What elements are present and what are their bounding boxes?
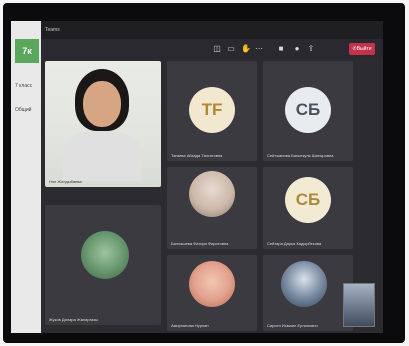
participant-tile-p4[interactable]: СБ Сейтара Дарья Кадырбекова [263,167,353,249]
participant-photo [281,261,327,307]
participant-name: Сейтжанова Бахыткуль Шатыровна [267,153,334,158]
meeting-toolbar: ◫ ▭ ✋ ⋯ ■ ● ⇧ ✆ Выйти [41,39,383,59]
participant-tile-p2[interactable]: СБ Сейтжанова Бахыткуль Шатыровна [263,61,353,161]
participant-name: Сарсен Исмаил Ерланович [267,323,318,328]
team-channel-label[interactable]: Общий [15,107,31,113]
initials-avatar: СБ [285,87,331,133]
monitor-frame: 7к 7 класс Общий Teams ◫ ▭ ✋ ⋯ ■ ● ⇧ ✆ В… [3,3,405,343]
leave-button-label: Выйти [356,46,372,52]
participants-icon[interactable]: ◫ [213,45,221,53]
camera-icon[interactable]: ■ [277,45,285,53]
team-class-label[interactable]: 7 класс [15,83,32,89]
participant-photo [189,261,235,307]
participant-tile-p6[interactable]: Амирханова Нурлан [167,255,257,331]
leave-button[interactable]: ✆ Выйти [349,43,375,55]
mic-icon[interactable]: ● [293,45,301,53]
raise-hand-icon[interactable]: ✋ [241,45,251,53]
participant-name: Сейтара Дарья Кадырбекова [267,241,322,246]
participant-tile-p1[interactable]: TF Тагаева Айзада Талгатовна [167,61,257,161]
teams-sidebar: 7к 7 класс Общий [11,21,41,333]
participant-name: Балхашева Фатира Фаритовна [171,241,229,246]
participant-name: Амирханова Нурлан [171,323,209,328]
team-avatar-tile[interactable]: 7к [15,39,39,63]
participant-photo [81,231,129,279]
teacher-face [83,81,121,127]
initials-avatar: TF [189,87,235,133]
participant-photo [189,171,235,217]
teacher-video [45,61,161,187]
teams-window: 7к 7 класс Общий Teams ◫ ▭ ✋ ⋯ ■ ● ⇧ ✆ В… [11,21,383,333]
participant-name: Жуков Дилара Жанаргазы [49,317,98,322]
chat-icon[interactable]: ▭ [227,45,235,53]
participant-name: Тагаева Айзада Талгатовна [171,153,223,158]
participant-tile-p3[interactable]: Балхашева Фатира Фаритовна [167,167,257,249]
self-view-video[interactable] [343,283,375,327]
window-titlebar: Teams [41,21,383,39]
participant-name: Нэл Жолдыбаева [49,179,82,184]
participant-tile-p7[interactable]: Сарсен Исмаил Ерланович [263,255,353,331]
share-icon[interactable]: ⇧ [307,45,315,53]
participant-tile-p5[interactable]: Жуков Дилара Жанаргазы [45,205,161,325]
teacher-body [63,131,141,181]
window-title: Teams [45,27,60,33]
initials-avatar: СБ [285,177,331,223]
participant-tile-teacher[interactable]: Нэл Жолдыбаева [45,61,161,187]
more-icon[interactable]: ⋯ [255,45,263,53]
